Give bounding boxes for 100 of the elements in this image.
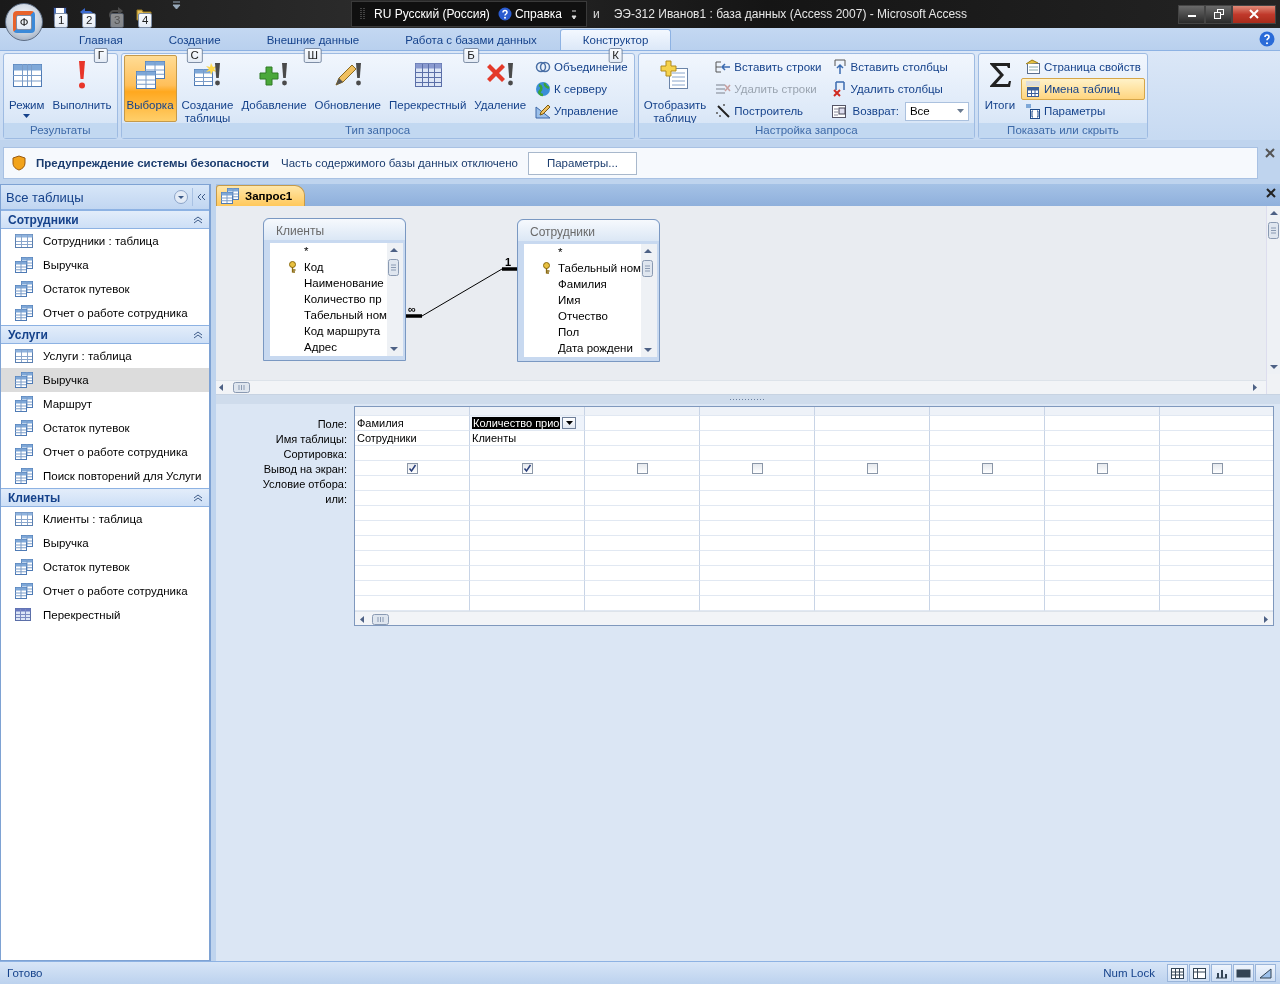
grid-cell[interactable] [1045, 506, 1160, 521]
close-button[interactable] [1232, 4, 1276, 24]
quick-access-button[interactable]: 1 [52, 0, 74, 28]
column-selector[interactable] [815, 407, 930, 416]
quick-access-button[interactable]: 2 [80, 0, 102, 28]
grid-cell[interactable] [585, 536, 700, 551]
grid-cell[interactable] [1045, 491, 1160, 506]
show-checkbox[interactable] [1096, 462, 1108, 474]
field-item[interactable]: Табельный ном [270, 307, 387, 323]
grid-cell[interactable] [700, 521, 815, 536]
grid-cell[interactable] [930, 491, 1045, 506]
sql-view-button[interactable] [1233, 964, 1254, 982]
close-button[interactable] [1266, 188, 1276, 198]
grid-cell[interactable] [930, 581, 1045, 596]
restore-button[interactable] [1205, 4, 1232, 24]
field-cell[interactable] [930, 416, 1045, 431]
show-checkbox[interactable] [521, 462, 533, 474]
relationship-line[interactable] [404, 267, 519, 318]
grid-cell[interactable] [930, 506, 1045, 521]
field-item[interactable]: Количество пр [270, 291, 387, 307]
ribbon-button[interactable]: Вставить столбцы [827, 56, 972, 78]
nav-item[interactable]: Поиск повторений для Услуги [1, 464, 209, 488]
nav-item[interactable]: Сотрудники : таблица [1, 229, 209, 253]
ribbon-button[interactable]: Выборка [123, 55, 177, 122]
ribbon-button[interactable]: Имена таблиц [1020, 78, 1145, 100]
ribbon-button[interactable]: К серверу [531, 78, 632, 100]
nav-group-header[interactable]: Сотрудники [1, 210, 209, 229]
ribbon-button[interactable]: Итоги [980, 55, 1019, 122]
chart-view-button[interactable] [1211, 964, 1232, 982]
show-checkbox[interactable] [751, 462, 763, 474]
column-selector[interactable] [355, 407, 470, 416]
grid-cell[interactable] [1045, 536, 1160, 551]
grid-cell[interactable] [1045, 476, 1160, 491]
grid-cell[interactable] [470, 581, 585, 596]
grid-cell[interactable] [585, 491, 700, 506]
grid-cell[interactable] [1045, 566, 1160, 581]
grid-cell[interactable] [700, 551, 815, 566]
field-item[interactable]: Код [270, 259, 387, 275]
table-box[interactable]: Сотрудники * Табельный ном Фамилия Имя Отчество Пол Дата рождени [517, 219, 660, 362]
grid-cell[interactable] [470, 491, 585, 506]
grid-cell[interactable] [930, 536, 1045, 551]
show-checkbox[interactable] [1211, 462, 1223, 474]
grid-cell[interactable] [470, 476, 585, 491]
ribbon-button[interactable]: Вставить строки [711, 56, 826, 78]
ribbon-button[interactable]: Страница свойств [1020, 56, 1145, 78]
grid-cell[interactable] [585, 581, 700, 596]
grid-cell[interactable] [700, 566, 815, 581]
quick-access-button[interactable]: 4 [136, 0, 158, 28]
ribbon-button[interactable]: Отобразить таблицу [640, 55, 710, 122]
grid-cell[interactable] [815, 521, 930, 536]
nav-item[interactable]: Выручка [1, 531, 209, 555]
field-item[interactable]: Пол [524, 324, 641, 340]
grid-cell[interactable] [470, 536, 585, 551]
ribbon-button[interactable]: Построитель [711, 100, 826, 122]
grid-cell[interactable] [1045, 521, 1160, 536]
field-cell[interactable] [700, 416, 815, 431]
field-item[interactable]: * [524, 244, 641, 260]
grid-cell[interactable] [355, 506, 470, 521]
grid-cell[interactable] [700, 476, 815, 491]
sort-cell[interactable] [700, 446, 815, 461]
options-button[interactable]: Параметры... [527, 151, 637, 175]
nav-item[interactable]: Услуги : таблица [1, 344, 209, 368]
field-cell[interactable] [815, 416, 930, 431]
grid-cell[interactable] [355, 566, 470, 581]
field-cell[interactable] [585, 416, 700, 431]
nav-item[interactable]: Клиенты : таблица [1, 507, 209, 531]
grid-cell[interactable] [930, 551, 1045, 566]
datasheet-view-button[interactable] [1167, 964, 1188, 982]
nav-item[interactable]: Перекрестный [1, 603, 209, 627]
grid-cell[interactable] [815, 506, 930, 521]
grid-cell[interactable] [470, 506, 585, 521]
grid-cell[interactable] [355, 581, 470, 596]
ribbon-tab[interactable]: Конструктор [559, 29, 672, 50]
grid-cell[interactable] [585, 476, 700, 491]
ribbon-tab[interactable]: Создание [145, 29, 244, 50]
field-cell[interactable]: Количество прио [470, 416, 585, 431]
show-checkbox[interactable] [866, 462, 878, 474]
grid-cell[interactable] [585, 506, 700, 521]
design-view-button[interactable] [1255, 964, 1276, 982]
table-cell[interactable] [1045, 431, 1160, 446]
nav-item[interactable]: Остаток путевок [1, 416, 209, 440]
nav-item[interactable]: Выручка [1, 253, 209, 277]
nav-item[interactable]: Отчет о работе сотрудника [1, 579, 209, 603]
field-item[interactable]: Дата рождени [524, 340, 641, 356]
grid-cell[interactable] [585, 521, 700, 536]
table-cell[interactable]: Сотрудники [355, 431, 470, 446]
column-selector[interactable] [930, 407, 1045, 416]
grid-cell[interactable] [700, 506, 815, 521]
field-item[interactable]: Фамилия [524, 276, 641, 292]
sort-cell[interactable] [930, 446, 1045, 461]
nav-menu-button[interactable] [174, 190, 188, 204]
nav-item[interactable]: Выручка [1, 368, 209, 392]
grid-cell[interactable] [700, 581, 815, 596]
field-item[interactable]: Имя [524, 292, 641, 308]
grid-cell[interactable] [815, 581, 930, 596]
grid-cell[interactable] [585, 551, 700, 566]
column-selector[interactable] [585, 407, 700, 416]
language-indicator[interactable]: RU Русский (Россия) [374, 7, 490, 21]
nav-item[interactable]: Остаток путевок [1, 555, 209, 579]
grid-cell[interactable] [700, 536, 815, 551]
